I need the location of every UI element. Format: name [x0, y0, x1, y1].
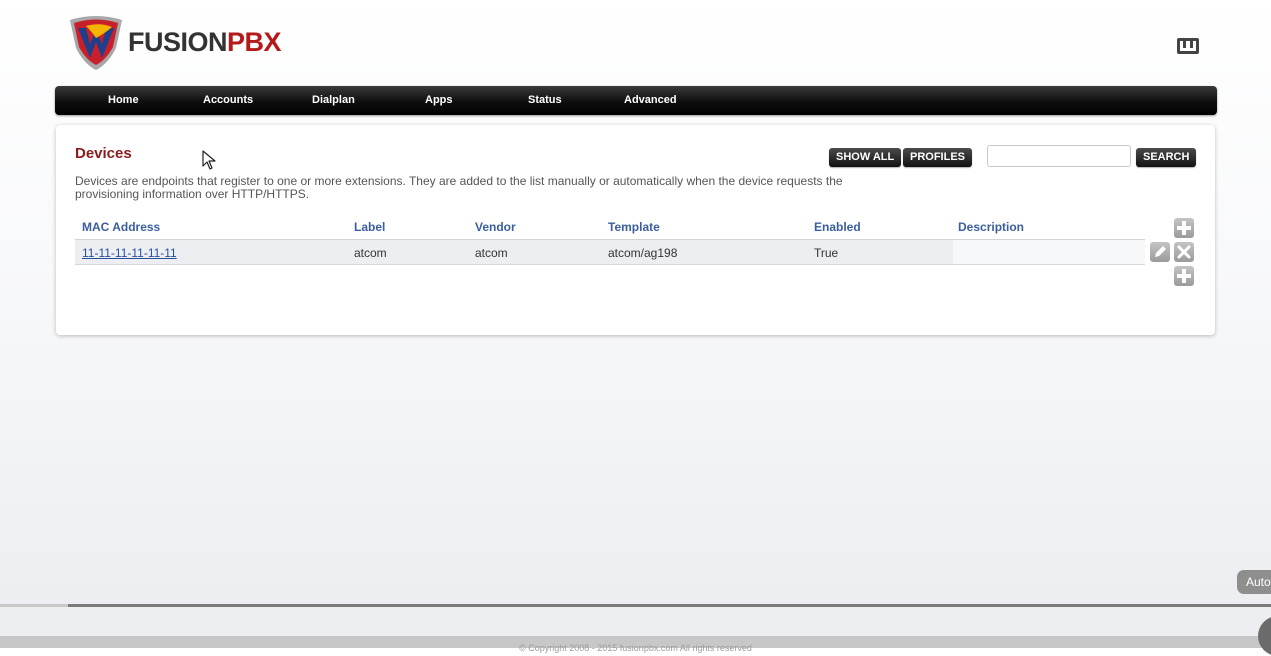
- logo-shield-icon: [70, 16, 122, 70]
- video-progress-track[interactable]: [0, 604, 1271, 607]
- auto-quality-button[interactable]: Auto: [1237, 570, 1271, 594]
- menu-item-advanced[interactable]: Advanced: [624, 86, 677, 115]
- logo-text: FUSIONPBX: [128, 26, 282, 58]
- label-cell: atcom: [354, 246, 387, 260]
- table-row[interactable]: 11-11-11-11-11-11 atcom atcom atcom/ag19…: [75, 240, 1145, 265]
- column-header-description[interactable]: Description: [958, 220, 1024, 234]
- menu-item-dialplan[interactable]: Dialplan: [312, 86, 355, 115]
- menu-item-status[interactable]: Status: [528, 86, 562, 115]
- main-menu: Home Accounts Dialplan Apps Status Advan…: [55, 86, 1217, 115]
- logout-button[interactable]: [1176, 36, 1200, 56]
- search-input[interactable]: [987, 145, 1131, 167]
- add-device-button-bottom[interactable]: [1174, 266, 1194, 286]
- add-device-button[interactable]: [1174, 218, 1194, 238]
- delete-icon: [1177, 245, 1191, 259]
- video-progress-fill: [0, 604, 68, 607]
- add-icon: [1177, 269, 1191, 283]
- delete-device-button[interactable]: [1174, 242, 1194, 262]
- column-header-vendor[interactable]: Vendor: [475, 220, 516, 234]
- devices-panel: Devices Devices are endpoints that regis…: [56, 125, 1215, 335]
- column-header-label[interactable]: Label: [354, 220, 385, 234]
- logo-pbx-text: PBX: [227, 26, 282, 57]
- footer-copyright: © Copyright 2008 - 2015 fusionpbx.com Al…: [519, 643, 752, 653]
- column-header-template[interactable]: Template: [608, 220, 660, 234]
- edit-icon: [1155, 246, 1166, 257]
- page-title: Devices: [75, 145, 132, 162]
- logout-icon: [1177, 38, 1199, 54]
- menu-item-home[interactable]: Home: [108, 86, 139, 115]
- mac-address-link[interactable]: 11-11-11-11-11-11: [82, 246, 177, 260]
- mouse-cursor-icon: [202, 150, 216, 170]
- menu-item-accounts[interactable]: Accounts: [203, 86, 253, 115]
- page-description: Devices are endpoints that register to o…: [75, 174, 843, 201]
- description-cell: [953, 240, 1145, 264]
- column-header-mac-address[interactable]: MAC Address: [82, 220, 160, 234]
- menu-item-apps[interactable]: Apps: [425, 86, 453, 115]
- vendor-cell: atcom: [475, 246, 508, 260]
- add-icon: [1177, 221, 1191, 235]
- search-button[interactable]: SEARCH: [1136, 148, 1197, 167]
- logo-fusion-text: FUSION: [128, 26, 228, 57]
- enabled-cell: True: [814, 246, 839, 260]
- template-cell: atcom/ag198: [608, 246, 678, 260]
- profiles-button[interactable]: PROFILES: [903, 148, 973, 167]
- show-all-button[interactable]: SHOW ALL: [829, 148, 902, 167]
- fusionpbx-logo[interactable]: FUSIONPBX: [66, 12, 282, 72]
- edit-device-button[interactable]: [1150, 242, 1170, 262]
- column-header-enabled[interactable]: Enabled: [814, 220, 861, 234]
